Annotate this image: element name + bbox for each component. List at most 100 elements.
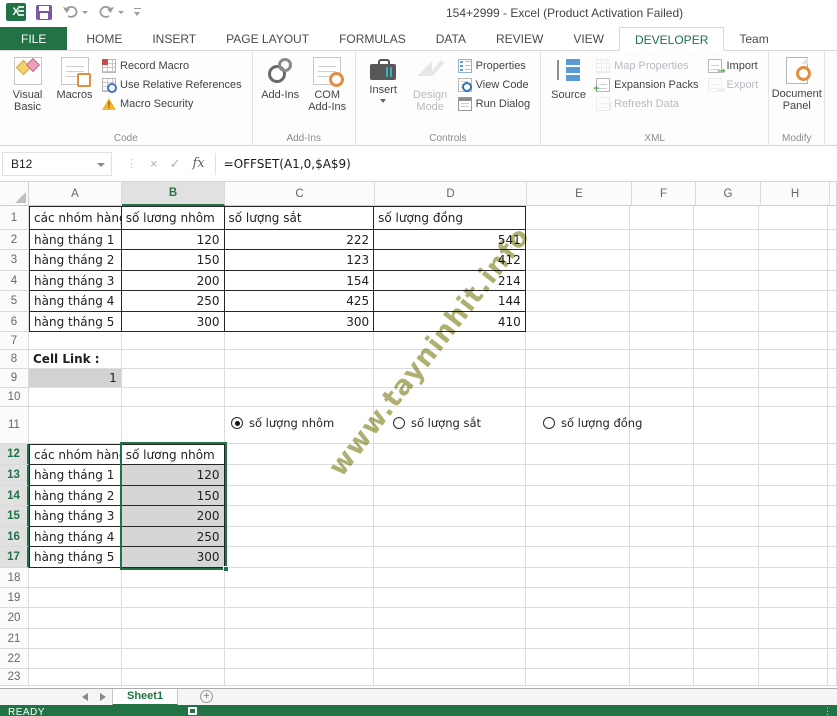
enter-formula-icon[interactable]: ✓ — [170, 156, 181, 172]
cancel-formula-icon[interactable]: × — [150, 156, 158, 171]
cell-B15[interactable]: 200 — [122, 506, 225, 527]
cell-G16[interactable] — [694, 527, 759, 547]
cell-B1[interactable]: số lương nhôm — [122, 206, 225, 230]
cell-E6[interactable] — [526, 312, 631, 332]
cell-sliver9[interactable] — [828, 369, 837, 388]
row-header-23[interactable]: 23 — [0, 669, 29, 686]
cell-G1[interactable] — [694, 206, 759, 230]
row-header-2[interactable]: 2 — [0, 230, 29, 250]
expansion-packs-button[interactable]: Expansion Packs — [596, 78, 698, 92]
tab-view[interactable]: VIEW — [558, 27, 619, 50]
cell-D20[interactable] — [374, 608, 526, 629]
cell-B18[interactable] — [122, 568, 225, 588]
cell-E10[interactable] — [526, 388, 631, 407]
cell-E13[interactable] — [526, 465, 631, 486]
sheet-nav-right-icon[interactable] — [100, 693, 106, 701]
column-header-a[interactable]: A — [29, 182, 122, 206]
cell-E20[interactable] — [526, 608, 631, 629]
cell-A20[interactable] — [29, 608, 122, 629]
cell-sliver2[interactable] — [828, 230, 837, 250]
cell-G21[interactable] — [694, 629, 759, 649]
cell-F12[interactable] — [630, 444, 694, 465]
cell-E15[interactable] — [526, 506, 631, 527]
cell-sliver23[interactable] — [828, 669, 837, 686]
cell-H7[interactable] — [759, 332, 828, 350]
cell-G15[interactable] — [694, 506, 759, 527]
cell-G18[interactable] — [694, 568, 759, 588]
tab-file[interactable]: FILE — [0, 27, 67, 50]
cell-C10[interactable] — [225, 388, 375, 407]
import-button[interactable]: Import — [708, 59, 758, 73]
cell-A21[interactable] — [29, 629, 122, 649]
row-header-19[interactable]: 19 — [0, 588, 29, 608]
cell-sliver13[interactable] — [828, 465, 837, 486]
cell-F5[interactable] — [630, 291, 694, 312]
cell-A17[interactable]: hàng tháng 5 — [29, 547, 122, 568]
cell-sliver12[interactable] — [828, 444, 837, 465]
cell-F19[interactable] — [630, 588, 694, 608]
record-macro-button[interactable]: Record Macro — [102, 59, 242, 73]
design-mode-button[interactable]: Design Mode — [407, 53, 454, 125]
cell-D8[interactable] — [374, 350, 526, 369]
cell-E14[interactable] — [526, 486, 631, 506]
cell-D16[interactable] — [374, 527, 526, 547]
cell-B11[interactable] — [122, 407, 225, 444]
com-add-ins-button[interactable]: COM Add-Ins — [304, 53, 351, 125]
cell-E5[interactable] — [526, 291, 631, 312]
cell-G10[interactable] — [694, 388, 759, 407]
row-header-18[interactable]: 18 — [0, 568, 29, 588]
source-button[interactable]: Source — [545, 53, 592, 125]
cell-F17[interactable] — [630, 547, 694, 568]
cell-B21[interactable] — [122, 629, 225, 649]
row-header-13[interactable]: 13 — [0, 465, 29, 486]
cell-C19[interactable] — [225, 588, 375, 608]
formula-input[interactable]: =OFFSET(A1,0,$A$9) — [216, 157, 837, 171]
cell-A9[interactable]: 1 — [29, 369, 122, 388]
cell-B14[interactable]: 150 — [122, 486, 225, 506]
cell-E7[interactable] — [526, 332, 631, 350]
cell-A3[interactable]: hàng tháng 2 — [29, 250, 122, 271]
cell-G3[interactable] — [694, 250, 759, 271]
cell-A18[interactable] — [29, 568, 122, 588]
row-header-16[interactable]: 16 — [0, 527, 29, 547]
cell-F16[interactable] — [630, 527, 694, 547]
row-header-5[interactable]: 5 — [0, 291, 29, 312]
cell-F21[interactable] — [630, 629, 694, 649]
tab-team[interactable]: Team — [724, 27, 783, 50]
cell-C6[interactable]: 300 — [225, 312, 375, 332]
cell-sliver4[interactable] — [828, 271, 837, 291]
cell-B6[interactable]: 300 — [122, 312, 225, 332]
macro-record-icon[interactable] — [188, 707, 197, 715]
undo-button[interactable] — [62, 5, 88, 19]
cell-D17[interactable] — [374, 547, 526, 568]
cell-E9[interactable] — [526, 369, 631, 388]
new-sheet-button[interactable]: + — [200, 690, 213, 703]
cell-C3[interactable]: 123 — [225, 250, 375, 271]
column-header-sliver[interactable] — [830, 182, 837, 206]
cell-D6[interactable]: 410 — [374, 312, 526, 332]
cell-D7[interactable] — [374, 332, 526, 350]
cell-H13[interactable] — [759, 465, 828, 486]
cell-E19[interactable] — [526, 588, 631, 608]
row-header-20[interactable]: 20 — [0, 608, 29, 629]
cell-sliver10[interactable] — [828, 388, 837, 407]
cell-A5[interactable]: hàng tháng 4 — [29, 291, 122, 312]
cell-sliver20[interactable] — [828, 608, 837, 629]
cell-A12[interactable]: các nhóm hàng — [29, 444, 122, 465]
cell-H14[interactable] — [759, 486, 828, 506]
column-header-g[interactable]: G — [696, 182, 761, 206]
cell-B7[interactable] — [122, 332, 225, 350]
column-header-c[interactable]: C — [225, 182, 375, 206]
refresh-data-button[interactable]: Refresh Data — [596, 97, 698, 111]
radio-s-l-ng-s-t[interactable]: số lượng sắt — [393, 416, 481, 430]
insert-button[interactable]: Insert — [360, 53, 407, 125]
cell-G2[interactable] — [694, 230, 759, 250]
cell-G9[interactable] — [694, 369, 759, 388]
cell-D13[interactable] — [374, 465, 526, 486]
cell-H17[interactable] — [759, 547, 828, 568]
cell-H4[interactable] — [759, 271, 828, 291]
cell-G5[interactable] — [694, 291, 759, 312]
row-header-8[interactable]: 8 — [0, 350, 29, 369]
cell-sliver7[interactable] — [828, 332, 837, 350]
cell-C2[interactable]: 222 — [225, 230, 375, 250]
